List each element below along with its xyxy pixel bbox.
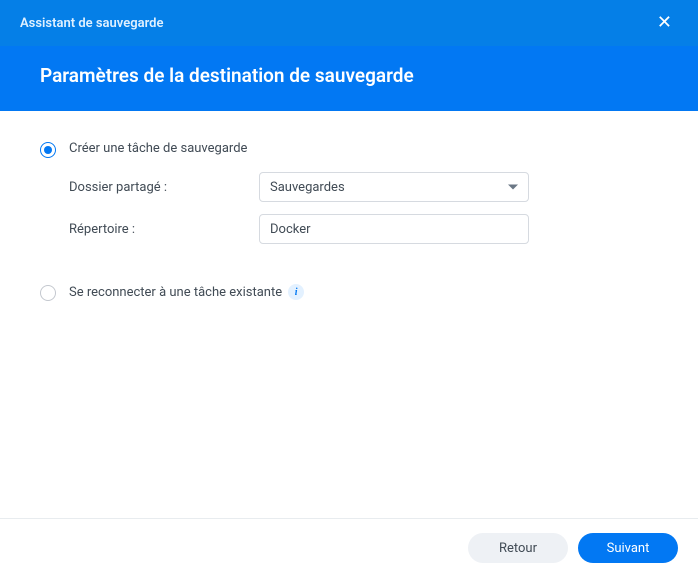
row-directory: Répertoire : [69,214,658,244]
radio-create[interactable] [40,142,56,158]
info-icon[interactable]: i [288,284,304,300]
page-title: Paramètres de la destination de sauvegar… [40,64,678,87]
radio-group: Créer une tâche de sauvegarde Dossier pa… [40,141,658,301]
radio-option-create: Créer une tâche de sauvegarde Dossier pa… [40,141,658,244]
dialog-content: Créer une tâche de sauvegarde Dossier pa… [0,111,698,518]
next-button[interactable]: Suivant [578,533,678,563]
create-form-rows: Dossier partagé : Sauvegardes Répertoire… [69,172,658,244]
radio-reconnect-label: Se reconnecter à une tâche existante i [69,284,658,300]
label-shared-folder: Dossier partagé : [69,180,259,195]
radio-option-reconnect: Se reconnecter à une tâche existante i [40,284,658,301]
header-top-bar: Assistant de sauvegarde ✕ [0,0,698,46]
row-shared-folder: Dossier partagé : Sauvegardes [69,172,658,202]
dialog-footer: Retour Suivant [0,518,698,577]
wizard-title: Assistant de sauvegarde [20,16,163,31]
radio-reconnect-label-text: Se reconnecter à une tâche existante [69,285,282,300]
radio-reconnect[interactable] [40,285,56,301]
select-shared-folder-value: Sauvegardes [270,180,345,195]
dialog-header: Assistant de sauvegarde ✕ Paramètres de … [0,0,698,111]
radio-create-label: Créer une tâche de sauvegarde [69,141,658,156]
input-directory[interactable] [259,214,529,244]
header-main: Paramètres de la destination de sauvegar… [0,46,698,111]
option-create-body: Créer une tâche de sauvegarde Dossier pa… [69,141,658,244]
option-reconnect-body: Se reconnecter à une tâche existante i [69,284,658,300]
select-shared-folder[interactable]: Sauvegardes [259,172,529,202]
back-button[interactable]: Retour [468,533,568,563]
chevron-down-icon [508,185,518,190]
close-icon[interactable]: ✕ [651,10,678,36]
label-directory: Répertoire : [69,222,259,237]
